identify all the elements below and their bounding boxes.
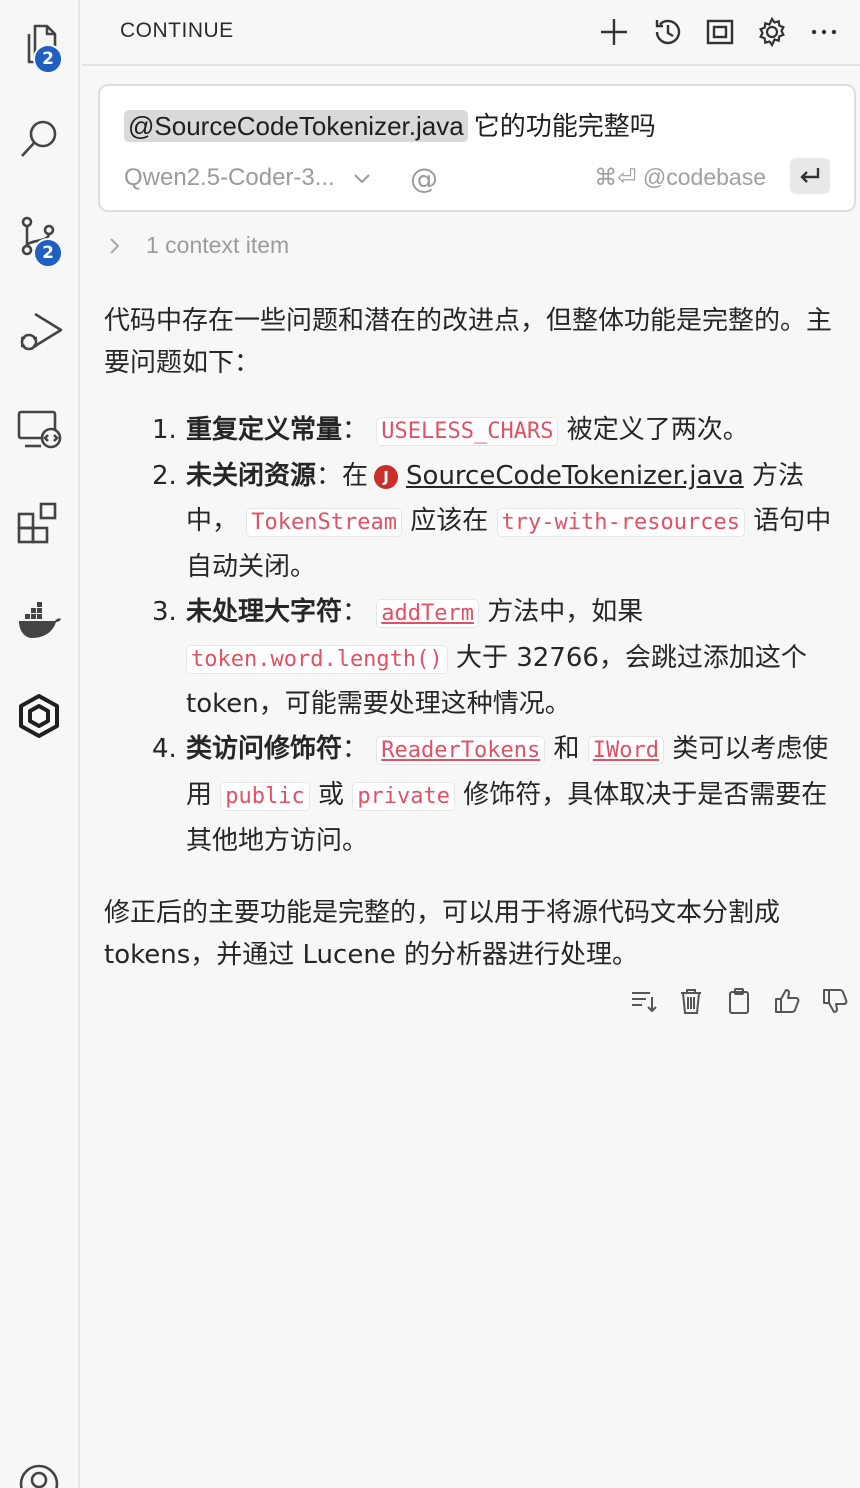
- context-items-toggle[interactable]: 1 context item: [104, 232, 289, 259]
- context-items-label: 1 context item: [146, 232, 290, 258]
- plus-icon: [601, 19, 627, 45]
- assistant-response: 代码中存在一些问题和潜在的改进点，但整体功能是完整的。主要问题如下： 1. 重复…: [104, 300, 844, 976]
- remote-explorer-icon[interactable]: [0, 396, 78, 460]
- extensions-icon[interactable]: [0, 492, 78, 556]
- response-conclusion: 修正后的主要功能是完整的，可以用于将源代码文本分割成 tokens，并通过 Lu…: [104, 898, 781, 970]
- inline-code: TokenStream: [246, 508, 402, 537]
- trash-icon[interactable]: [676, 986, 706, 1016]
- response-intro: 代码中存在一些问题和潜在的改进点，但整体功能是完整的。主要问题如下：: [104, 306, 833, 378]
- inline-code: private: [352, 782, 456, 811]
- model-name: Qwen2.5-Coder-3...: [124, 164, 335, 191]
- model-select[interactable]: Qwen2.5-Coder-3...: [124, 164, 373, 192]
- enter-icon: [800, 168, 820, 183]
- thumbs-down-icon[interactable]: [820, 986, 850, 1016]
- run-debug-icon[interactable]: [0, 298, 78, 362]
- activity-bar: 2 2: [0, 0, 80, 1488]
- chat-input-box[interactable]: @SourceCodeTokenizer.java 它的功能完整吗 Qwen2.5…: [98, 84, 856, 212]
- gear-icon: [759, 16, 785, 48]
- continue-generation-icon[interactable]: [628, 986, 658, 1016]
- inline-code: public: [220, 782, 310, 811]
- file-mention-chip[interactable]: @SourceCodeTokenizer.java: [124, 110, 468, 142]
- file-link[interactable]: SourceCodeTokenizer.java: [406, 461, 744, 491]
- code-link[interactable]: IWord: [587, 736, 665, 765]
- ellipsis-icon: [811, 29, 837, 35]
- explorer-icon[interactable]: 2: [0, 12, 78, 76]
- more-actions-button[interactable]: [804, 12, 844, 52]
- account-icon[interactable]: [0, 1452, 78, 1488]
- at-mention-button[interactable]: @: [410, 162, 438, 195]
- history-button[interactable]: [648, 12, 688, 52]
- continue-icon[interactable]: [0, 684, 78, 748]
- code-link[interactable]: ReaderTokens: [376, 736, 546, 765]
- panel-header: CONTINUE: [82, 0, 860, 66]
- chevron-down-icon: [354, 174, 370, 184]
- explorer-badge: 2: [33, 44, 63, 74]
- thumbs-up-icon[interactable]: [772, 986, 802, 1016]
- list-item: 4. 类访问修饰符： ReaderTokens 和 IWord 类可以考虑使用 …: [152, 734, 829, 856]
- list-item: 1. 重复定义常量： USELESS_CHARS 被定义了两次。: [152, 415, 749, 446]
- inline-code: token.word.length(): [186, 645, 448, 674]
- new-session-button[interactable]: [594, 12, 634, 52]
- search-icon[interactable]: [0, 106, 78, 170]
- codebase-hint[interactable]: ⌘⏎ @codebase: [594, 164, 766, 191]
- source-control-badge: 2: [33, 238, 63, 268]
- copy-icon[interactable]: [724, 986, 754, 1016]
- inline-code: USELESS_CHARS: [376, 417, 559, 446]
- query-line[interactable]: @SourceCodeTokenizer.java 它的功能完整吗: [124, 106, 656, 143]
- docker-icon[interactable]: [0, 588, 78, 652]
- source-control-icon[interactable]: 2: [0, 204, 78, 268]
- java-file-icon: J: [374, 465, 399, 489]
- panel-title: CONTINUE: [120, 19, 234, 42]
- issues-list: 1. 重复定义常量： USELESS_CHARS 被定义了两次。 2. 未关闭资…: [152, 408, 844, 864]
- inline-code: try-with-resources: [496, 508, 745, 537]
- list-item: 3. 未处理大字符： addTerm 方法中，如果 token.word.len…: [152, 597, 807, 719]
- query-text: 它的功能完整吗: [473, 112, 656, 142]
- chevron-right-icon: [110, 237, 120, 254]
- list-item: 2. 未关闭资源：在 J SourceCodeTokenizer.java 方法中，…: [152, 461, 832, 582]
- settings-button[interactable]: [752, 12, 792, 52]
- submit-button[interactable]: [790, 158, 830, 194]
- response-actions: [628, 986, 850, 1016]
- fullscreen-button[interactable]: [700, 12, 740, 52]
- code-link[interactable]: addTerm: [376, 599, 480, 628]
- history-icon: [655, 19, 681, 45]
- maximize-icon: [706, 19, 734, 45]
